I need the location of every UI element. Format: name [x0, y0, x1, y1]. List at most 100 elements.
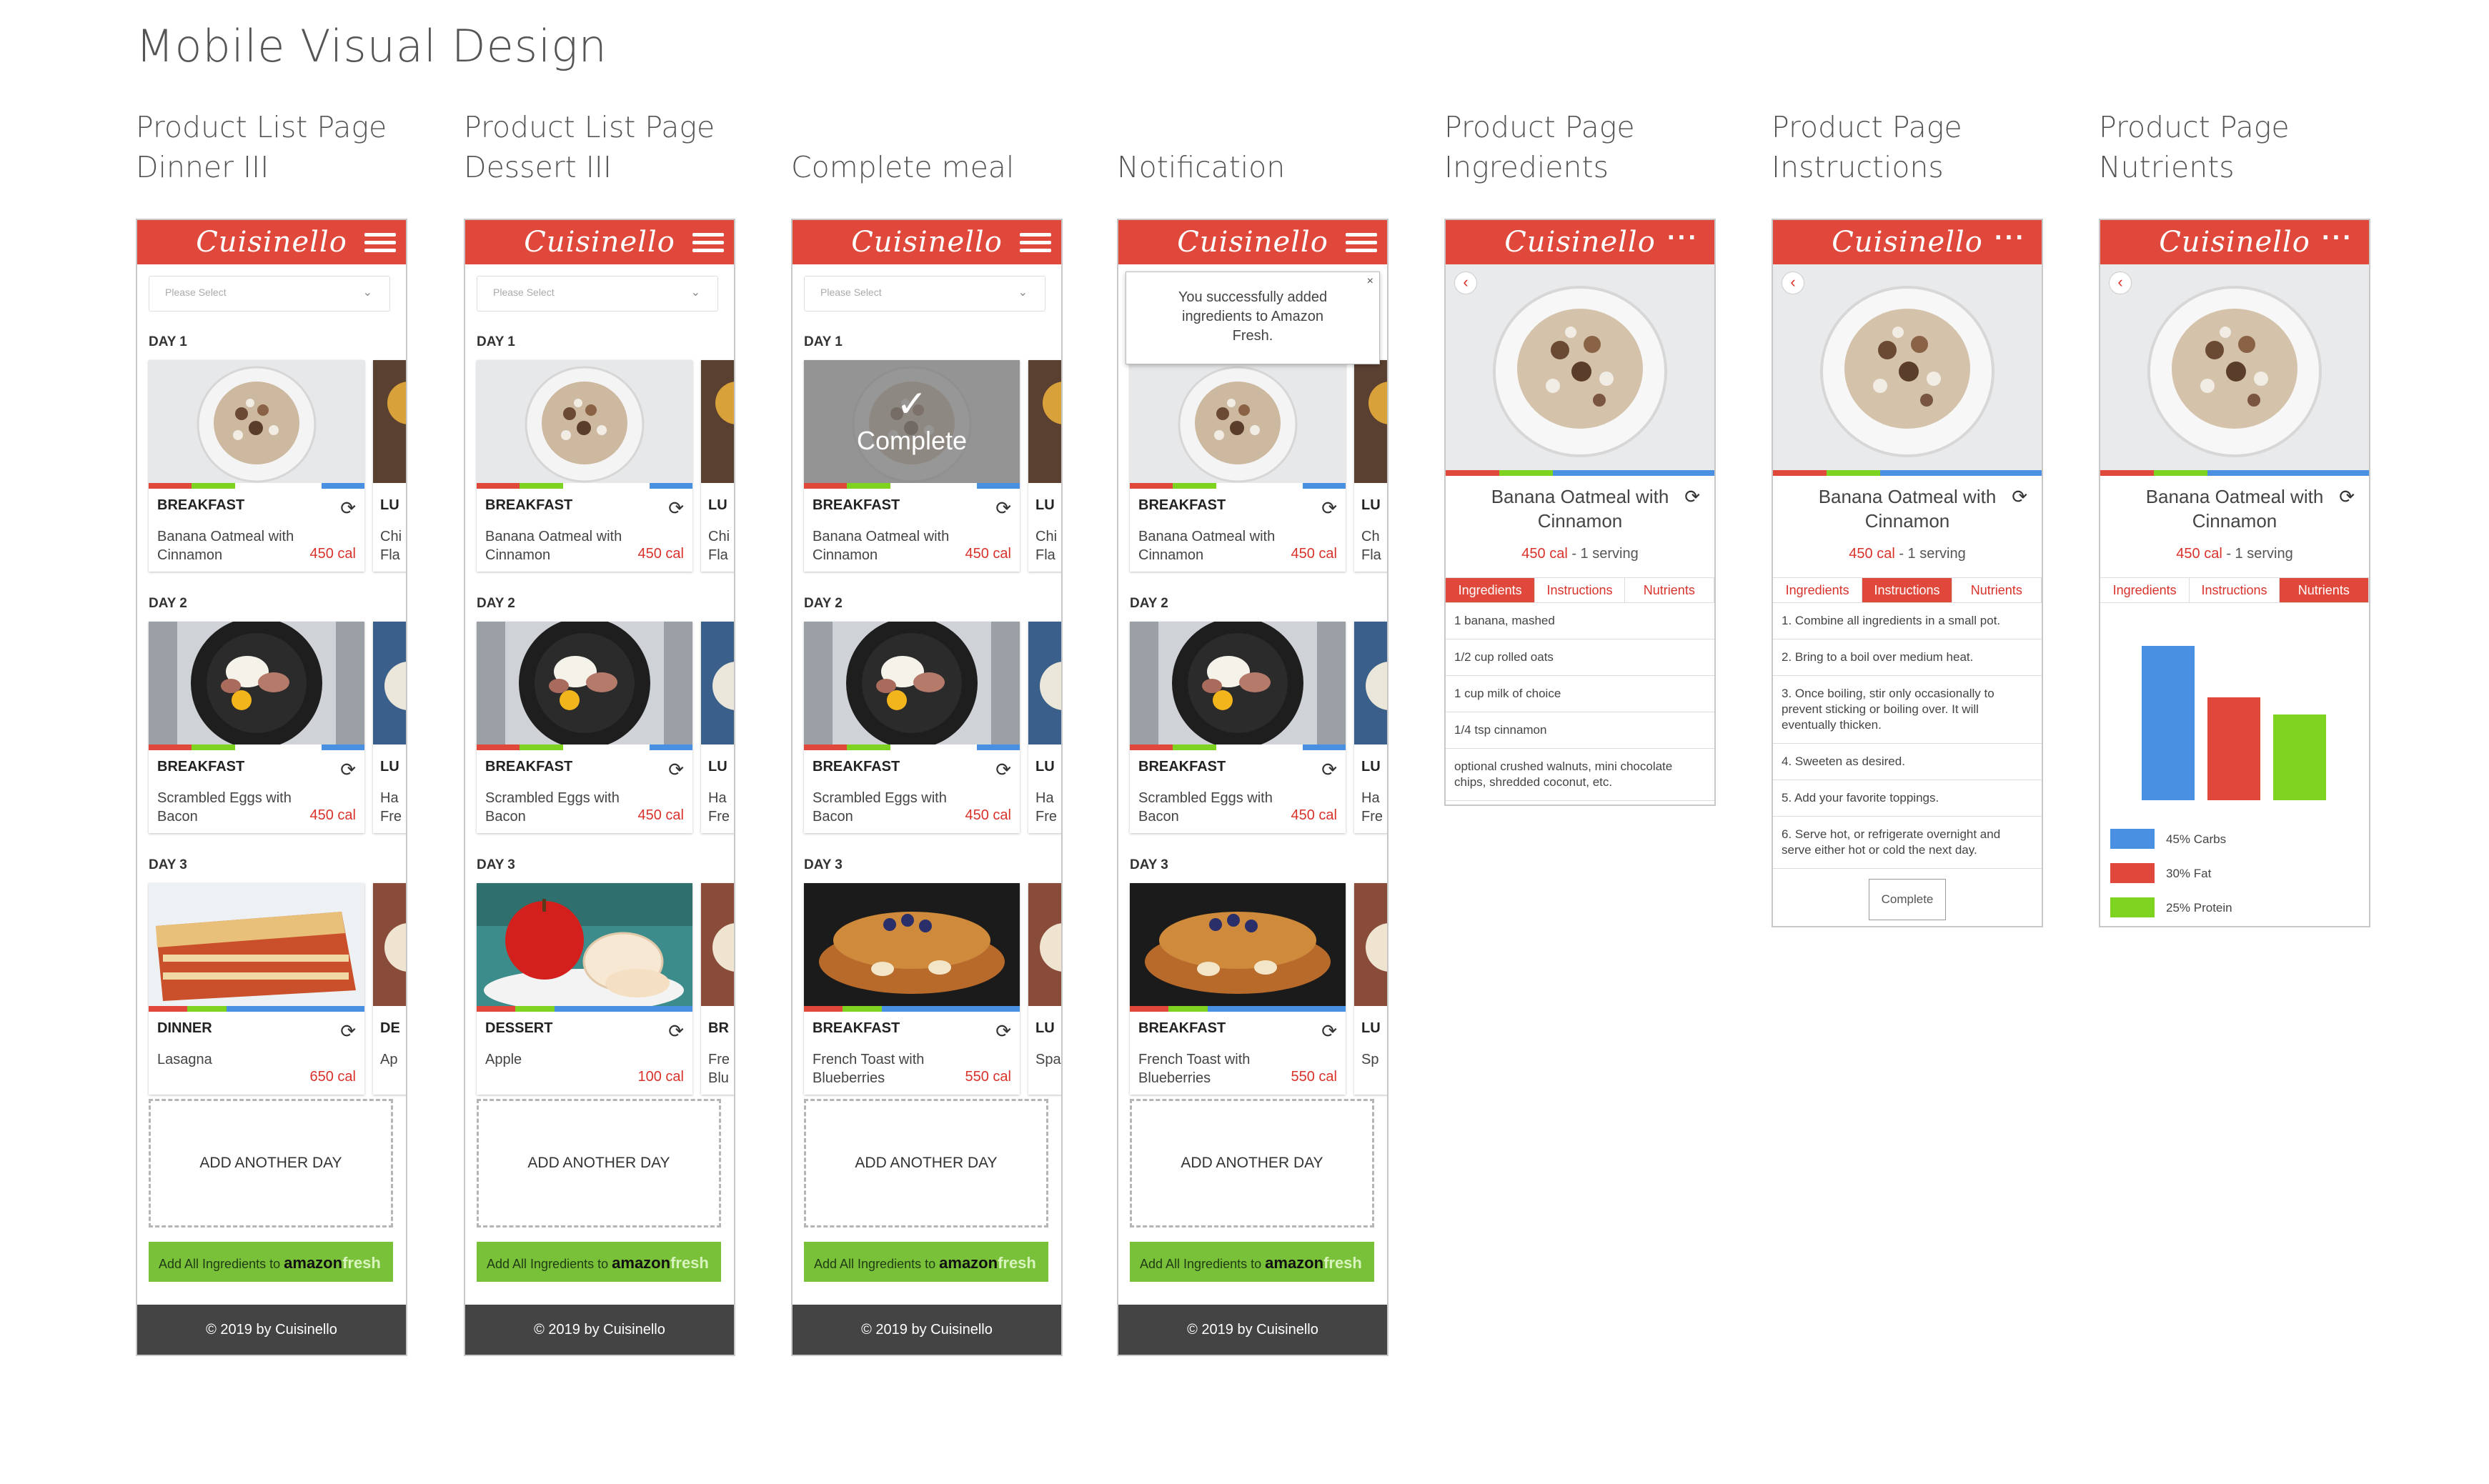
- meal-card-peek[interactable]: LU Ha Fre: [1354, 622, 1387, 833]
- meal-type: LU: [1361, 1020, 1381, 1036]
- meal-type: BREAKFAST: [485, 759, 573, 775]
- more-options-icon[interactable]: ···: [2322, 223, 2353, 254]
- tab-instructions[interactable]: Instructions: [1862, 578, 1952, 602]
- refresh-icon[interactable]: ⟳: [1684, 486, 1700, 508]
- refresh-icon[interactable]: ⟳: [340, 1020, 356, 1042]
- refresh-icon[interactable]: ⟳: [995, 497, 1011, 519]
- refresh-icon[interactable]: ⟳: [995, 759, 1011, 781]
- more-options-icon[interactable]: ···: [1667, 223, 1699, 254]
- meal-card[interactable]: BREAKFAST ⟳ Scrambled Eggs with Bacon 45…: [477, 622, 692, 833]
- tab-ingredients[interactable]: Ingredients: [1773, 578, 1863, 602]
- meal-type: BREAKFAST: [813, 497, 900, 513]
- day-select[interactable]: Please Select ⌄: [804, 276, 1045, 312]
- day-select[interactable]: Please Select ⌄: [149, 276, 390, 312]
- complete-overlay: ✓ Complete: [804, 360, 1020, 483]
- refresh-icon[interactable]: ⟳: [340, 759, 356, 781]
- column-label-line1: Product List Page: [136, 110, 387, 144]
- hamburger-menu-icon[interactable]: [364, 233, 396, 253]
- back-arrow-icon[interactable]: ‹: [1454, 272, 1477, 294]
- meal-card[interactable]: BREAKFAST ⟳ Banana Oatmeal with Cinnamon…: [477, 360, 692, 572]
- meal-card[interactable]: BREAKFAST ⟳ Banana Oatmeal with Cinnamon…: [149, 360, 364, 572]
- meal-card-peek[interactable]: LU Chi Fla: [1028, 360, 1061, 572]
- meal-card-peek[interactable]: BR Fre Blu: [701, 883, 734, 1095]
- refresh-icon[interactable]: ⟳: [340, 497, 356, 519]
- refresh-icon[interactable]: ⟳: [1321, 497, 1337, 519]
- meal-card-peek[interactable]: LU Chi Fla: [373, 360, 406, 572]
- add-to-amazon-fresh-button[interactable]: Add All Ingredients to amazonfresh: [477, 1242, 721, 1282]
- nutrient-stripe: [2100, 470, 2369, 476]
- close-icon[interactable]: ×: [1367, 275, 1373, 288]
- refresh-icon[interactable]: ⟳: [668, 759, 684, 781]
- meal-card-peek[interactable]: LU Ha Fre: [373, 622, 406, 833]
- back-arrow-icon[interactable]: ‹: [2109, 272, 2132, 294]
- add-another-day-button[interactable]: ADD ANOTHER DAY: [477, 1099, 721, 1227]
- instruction-step: 6. Serve hot, or refrigerate overnight a…: [1773, 817, 2042, 869]
- meal-card[interactable]: BREAKFAST ⟳ Scrambled Eggs with Bacon 45…: [1130, 622, 1346, 833]
- complete-button[interactable]: Complete: [1869, 879, 1946, 920]
- tab-ingredients[interactable]: Ingredients: [2100, 578, 2190, 602]
- refresh-icon[interactable]: ⟳: [668, 1020, 684, 1042]
- meal-card[interactable]: DESSERT ⟳ Apple 100 cal: [477, 883, 692, 1095]
- meal-type: LU: [1035, 759, 1055, 775]
- ingredient-item: optional crushed walnuts, mini chocolate…: [1446, 749, 1714, 801]
- refresh-icon[interactable]: ⟳: [995, 1020, 1011, 1042]
- hamburger-menu-icon[interactable]: [1346, 233, 1377, 253]
- meal-card[interactable]: BREAKFAST ⟳ French Toast with Blueberrie…: [1130, 883, 1346, 1095]
- meal-type: BREAKFAST: [157, 497, 245, 513]
- meal-name: Scrambled Eggs with Bacon: [813, 790, 947, 825]
- meal-card-peek[interactable]: LU Chi Fla: [701, 360, 734, 572]
- add-to-amazon-fresh-button[interactable]: Add All Ingredients to amazonfresh: [1130, 1242, 1374, 1282]
- meal-card[interactable]: DINNER ⟳ Lasagna 650 cal: [149, 883, 364, 1095]
- more-options-icon[interactable]: ···: [1994, 223, 2026, 254]
- nutrients-chart: 45% Carbs 30% Fat 25% Protein: [2100, 603, 2369, 917]
- nutrient-stripe: [477, 483, 692, 489]
- day-select[interactable]: Please Select ⌄: [477, 276, 718, 312]
- meal-card-peek[interactable]: LU Ch Fla: [1354, 360, 1387, 572]
- meal-image: [477, 622, 692, 745]
- meal-card-peek[interactable]: LU Ha Fre: [1028, 622, 1061, 833]
- column-label-5: Product Page Ingredients: [1444, 107, 1635, 187]
- add-another-day-button[interactable]: ADD ANOTHER DAY: [1130, 1099, 1374, 1227]
- product-name: Banana Oatmeal with Cinnamon: [2145, 486, 2324, 532]
- tab-nutrients[interactable]: Nutrients: [1625, 578, 1714, 602]
- meal-image: [1130, 622, 1346, 745]
- meal-card[interactable]: BREAKFAST ⟳ Scrambled Eggs with Bacon 45…: [149, 622, 364, 833]
- tab-ingredients[interactable]: Ingredients: [1446, 578, 1536, 602]
- tab-nutrients[interactable]: Nutrients: [1952, 578, 2042, 602]
- footer: © 2019 by Cuisinello: [137, 1305, 406, 1355]
- meal-calories: 550 cal: [1291, 1069, 1338, 1085]
- refresh-icon[interactable]: ⟳: [1321, 759, 1337, 781]
- refresh-icon[interactable]: ⟳: [668, 497, 684, 519]
- column-label-line2: Complete meal: [791, 150, 1015, 184]
- meal-type: LU: [1361, 497, 1381, 513]
- hamburger-menu-icon[interactable]: [692, 233, 724, 253]
- refresh-icon[interactable]: ⟳: [2012, 486, 2027, 508]
- add-to-amazon-fresh-button[interactable]: Add All Ingredients to amazonfresh: [149, 1242, 393, 1282]
- hamburger-menu-icon[interactable]: [1020, 233, 1051, 253]
- refresh-icon[interactable]: ⟳: [2339, 486, 2355, 508]
- add-another-day-button[interactable]: ADD ANOTHER DAY: [804, 1099, 1048, 1227]
- meal-card-peek[interactable]: LU Sp: [1354, 883, 1387, 1095]
- tab-instructions[interactable]: Instructions: [1535, 578, 1625, 602]
- refresh-icon[interactable]: ⟳: [1321, 1020, 1337, 1042]
- meal-card-peek[interactable]: DE Ap: [373, 883, 406, 1095]
- meal-card-peek[interactable]: LU Ha Fre: [701, 622, 734, 833]
- meal-card[interactable]: BREAKFAST ⟳ French Toast with Blueberrie…: [804, 883, 1020, 1095]
- day-label: DAY 2: [1130, 596, 1168, 611]
- add-to-amazon-fresh-button[interactable]: Add All Ingredients to amazonfresh: [804, 1242, 1048, 1282]
- tab-instructions[interactable]: Instructions: [2190, 578, 2280, 602]
- add-another-day-button[interactable]: ADD ANOTHER DAY: [149, 1099, 393, 1227]
- app-header: Cuisinello: [465, 220, 734, 264]
- meal-image: [1354, 622, 1387, 745]
- meal-type: LU: [380, 497, 399, 513]
- meal-calories: 450 cal: [309, 546, 357, 562]
- meal-card[interactable]: ✓ Complete BREAKFAST ⟳ Banana Oatmeal wit…: [804, 360, 1020, 572]
- column-label-line1: Product Page: [1772, 110, 1962, 144]
- meal-card-peek[interactable]: LU Spa: [1028, 883, 1061, 1095]
- meal-name: Sp: [1361, 1052, 1379, 1067]
- meal-card[interactable]: BREAKFAST ⟳ Banana Oatmeal with Cinnamon…: [1130, 360, 1346, 572]
- column-label-line2: Notification: [1117, 150, 1286, 184]
- back-arrow-icon[interactable]: ‹: [1782, 272, 1804, 294]
- meal-card[interactable]: BREAKFAST ⟳ Scrambled Eggs with Bacon 45…: [804, 622, 1020, 833]
- tab-nutrients[interactable]: Nutrients: [2279, 578, 2369, 602]
